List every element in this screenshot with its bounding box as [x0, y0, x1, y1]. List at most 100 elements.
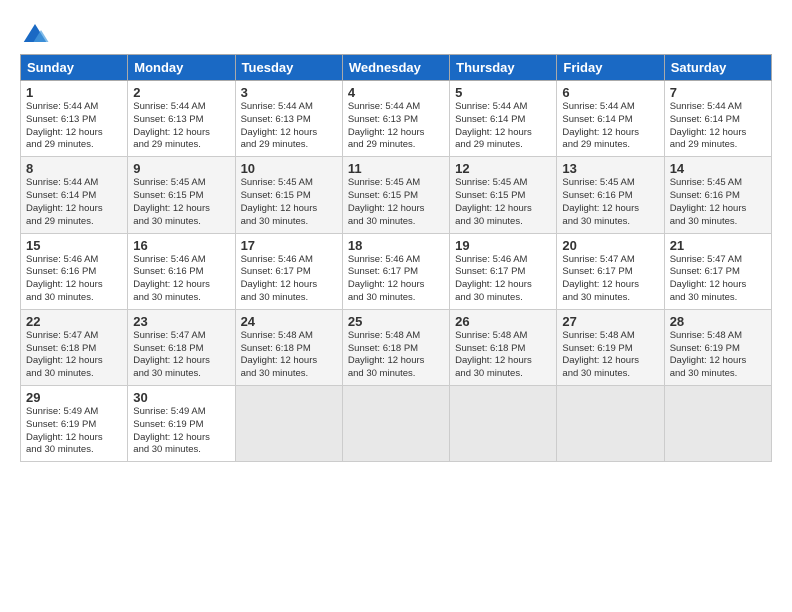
day-number: 5: [455, 85, 551, 100]
calendar-day: 30 Sunrise: 5:49 AMSunset: 6:19 PMDaylig…: [128, 386, 235, 462]
day-info: Sunrise: 5:44 AMSunset: 6:13 PMDaylight:…: [348, 101, 425, 150]
day-info: Sunrise: 5:45 AMSunset: 6:15 PMDaylight:…: [241, 177, 318, 226]
calendar-day: 24 Sunrise: 5:48 AMSunset: 6:18 PMDaylig…: [235, 309, 342, 385]
day-number: 17: [241, 238, 337, 253]
day-info: Sunrise: 5:44 AMSunset: 6:13 PMDaylight:…: [241, 101, 318, 150]
day-info: Sunrise: 5:49 AMSunset: 6:19 PMDaylight:…: [133, 406, 210, 455]
calendar-day: 7 Sunrise: 5:44 AMSunset: 6:14 PMDayligh…: [664, 81, 771, 157]
calendar-day: 1 Sunrise: 5:44 AMSunset: 6:13 PMDayligh…: [21, 81, 128, 157]
calendar-day: 28 Sunrise: 5:48 AMSunset: 6:19 PMDaylig…: [664, 309, 771, 385]
day-number: 28: [670, 314, 766, 329]
day-number: 11: [348, 161, 444, 176]
calendar-day: 14 Sunrise: 5:45 AMSunset: 6:16 PMDaylig…: [664, 157, 771, 233]
day-number: 29: [26, 390, 122, 405]
day-number: 9: [133, 161, 229, 176]
day-number: 18: [348, 238, 444, 253]
header: [20, 18, 772, 48]
header-day: Tuesday: [235, 55, 342, 81]
header-day: Thursday: [450, 55, 557, 81]
day-info: Sunrise: 5:45 AMSunset: 6:15 PMDaylight:…: [348, 177, 425, 226]
calendar-day: 17 Sunrise: 5:46 AMSunset: 6:17 PMDaylig…: [235, 233, 342, 309]
calendar-day: 23 Sunrise: 5:47 AMSunset: 6:18 PMDaylig…: [128, 309, 235, 385]
day-number: 2: [133, 85, 229, 100]
day-number: 24: [241, 314, 337, 329]
day-number: 13: [562, 161, 658, 176]
day-number: 15: [26, 238, 122, 253]
header-day: Friday: [557, 55, 664, 81]
calendar-day: 15 Sunrise: 5:46 AMSunset: 6:16 PMDaylig…: [21, 233, 128, 309]
day-info: Sunrise: 5:46 AMSunset: 6:17 PMDaylight:…: [348, 254, 425, 303]
calendar-day: [557, 386, 664, 462]
day-info: Sunrise: 5:48 AMSunset: 6:18 PMDaylight:…: [348, 330, 425, 379]
calendar-day: 6 Sunrise: 5:44 AMSunset: 6:14 PMDayligh…: [557, 81, 664, 157]
day-number: 7: [670, 85, 766, 100]
day-info: Sunrise: 5:45 AMSunset: 6:15 PMDaylight:…: [133, 177, 210, 226]
calendar-header: SundayMondayTuesdayWednesdayThursdayFrid…: [21, 55, 772, 81]
day-info: Sunrise: 5:46 AMSunset: 6:17 PMDaylight:…: [455, 254, 532, 303]
calendar-day: [664, 386, 771, 462]
day-number: 27: [562, 314, 658, 329]
header-day: Wednesday: [342, 55, 449, 81]
calendar-week: 29 Sunrise: 5:49 AMSunset: 6:19 PMDaylig…: [21, 386, 772, 462]
day-info: Sunrise: 5:46 AMSunset: 6:16 PMDaylight:…: [133, 254, 210, 303]
day-number: 4: [348, 85, 444, 100]
calendar-day: 11 Sunrise: 5:45 AMSunset: 6:15 PMDaylig…: [342, 157, 449, 233]
day-number: 12: [455, 161, 551, 176]
day-number: 22: [26, 314, 122, 329]
day-info: Sunrise: 5:48 AMSunset: 6:19 PMDaylight:…: [562, 330, 639, 379]
calendar-day: 25 Sunrise: 5:48 AMSunset: 6:18 PMDaylig…: [342, 309, 449, 385]
day-info: Sunrise: 5:47 AMSunset: 6:18 PMDaylight:…: [133, 330, 210, 379]
calendar-day: 18 Sunrise: 5:46 AMSunset: 6:17 PMDaylig…: [342, 233, 449, 309]
day-number: 8: [26, 161, 122, 176]
calendar-day: 29 Sunrise: 5:49 AMSunset: 6:19 PMDaylig…: [21, 386, 128, 462]
day-number: 19: [455, 238, 551, 253]
day-info: Sunrise: 5:44 AMSunset: 6:14 PMDaylight:…: [670, 101, 747, 150]
page: SundayMondayTuesdayWednesdayThursdayFrid…: [0, 0, 792, 612]
calendar-day: 19 Sunrise: 5:46 AMSunset: 6:17 PMDaylig…: [450, 233, 557, 309]
day-number: 10: [241, 161, 337, 176]
calendar-day: 2 Sunrise: 5:44 AMSunset: 6:13 PMDayligh…: [128, 81, 235, 157]
day-info: Sunrise: 5:46 AMSunset: 6:17 PMDaylight:…: [241, 254, 318, 303]
day-number: 14: [670, 161, 766, 176]
day-number: 1: [26, 85, 122, 100]
calendar-day: 9 Sunrise: 5:45 AMSunset: 6:15 PMDayligh…: [128, 157, 235, 233]
day-number: 16: [133, 238, 229, 253]
day-number: 26: [455, 314, 551, 329]
day-info: Sunrise: 5:44 AMSunset: 6:13 PMDaylight:…: [26, 101, 103, 150]
calendar-table: SundayMondayTuesdayWednesdayThursdayFrid…: [20, 54, 772, 462]
calendar-day: 4 Sunrise: 5:44 AMSunset: 6:13 PMDayligh…: [342, 81, 449, 157]
day-info: Sunrise: 5:45 AMSunset: 6:16 PMDaylight:…: [562, 177, 639, 226]
day-number: 21: [670, 238, 766, 253]
calendar-day: 3 Sunrise: 5:44 AMSunset: 6:13 PMDayligh…: [235, 81, 342, 157]
day-info: Sunrise: 5:46 AMSunset: 6:16 PMDaylight:…: [26, 254, 103, 303]
day-number: 3: [241, 85, 337, 100]
calendar-day: 10 Sunrise: 5:45 AMSunset: 6:15 PMDaylig…: [235, 157, 342, 233]
calendar-day: [450, 386, 557, 462]
calendar-week: 8 Sunrise: 5:44 AMSunset: 6:14 PMDayligh…: [21, 157, 772, 233]
logo: [20, 18, 54, 48]
day-info: Sunrise: 5:44 AMSunset: 6:13 PMDaylight:…: [133, 101, 210, 150]
day-info: Sunrise: 5:44 AMSunset: 6:14 PMDaylight:…: [562, 101, 639, 150]
calendar-day: 26 Sunrise: 5:48 AMSunset: 6:18 PMDaylig…: [450, 309, 557, 385]
calendar-week: 1 Sunrise: 5:44 AMSunset: 6:13 PMDayligh…: [21, 81, 772, 157]
day-info: Sunrise: 5:44 AMSunset: 6:14 PMDaylight:…: [455, 101, 532, 150]
calendar-week: 22 Sunrise: 5:47 AMSunset: 6:18 PMDaylig…: [21, 309, 772, 385]
day-number: 23: [133, 314, 229, 329]
calendar-body: 1 Sunrise: 5:44 AMSunset: 6:13 PMDayligh…: [21, 81, 772, 462]
header-row: SundayMondayTuesdayWednesdayThursdayFrid…: [21, 55, 772, 81]
header-day: Saturday: [664, 55, 771, 81]
calendar-week: 15 Sunrise: 5:46 AMSunset: 6:16 PMDaylig…: [21, 233, 772, 309]
day-number: 20: [562, 238, 658, 253]
day-info: Sunrise: 5:49 AMSunset: 6:19 PMDaylight:…: [26, 406, 103, 455]
day-number: 30: [133, 390, 229, 405]
day-info: Sunrise: 5:45 AMSunset: 6:16 PMDaylight:…: [670, 177, 747, 226]
header-day: Sunday: [21, 55, 128, 81]
day-info: Sunrise: 5:47 AMSunset: 6:18 PMDaylight:…: [26, 330, 103, 379]
calendar-day: 22 Sunrise: 5:47 AMSunset: 6:18 PMDaylig…: [21, 309, 128, 385]
day-info: Sunrise: 5:47 AMSunset: 6:17 PMDaylight:…: [562, 254, 639, 303]
day-number: 25: [348, 314, 444, 329]
calendar-day: 21 Sunrise: 5:47 AMSunset: 6:17 PMDaylig…: [664, 233, 771, 309]
day-info: Sunrise: 5:48 AMSunset: 6:19 PMDaylight:…: [670, 330, 747, 379]
calendar-day: 12 Sunrise: 5:45 AMSunset: 6:15 PMDaylig…: [450, 157, 557, 233]
day-info: Sunrise: 5:45 AMSunset: 6:15 PMDaylight:…: [455, 177, 532, 226]
